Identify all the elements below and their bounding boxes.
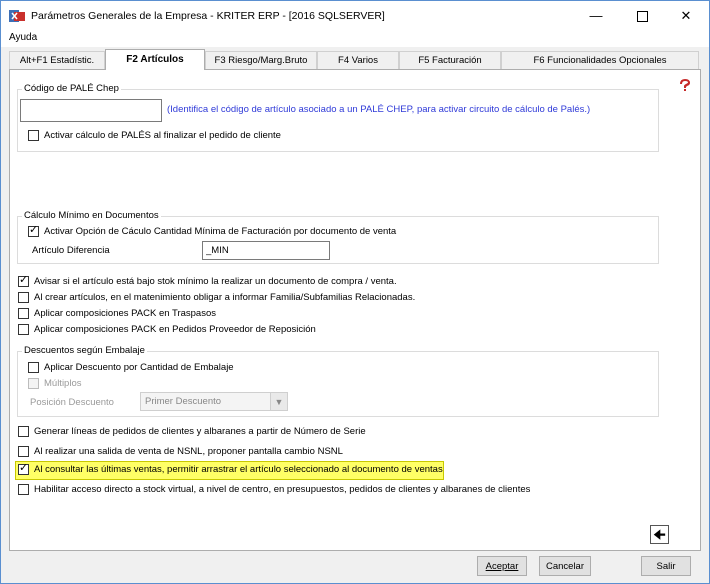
menu-bar: Ayuda — [1, 31, 709, 47]
tab-varios[interactable]: F4 Varios — [317, 51, 399, 69]
salir-label: Salir — [656, 561, 676, 572]
calculo-group-label: Cálculo Mínimo en Documentos — [22, 210, 161, 221]
posicion-descuento-label: Posición Descuento — [30, 397, 114, 408]
pack-pedidos-label: Aplicar composiciones PACK en Pedidos Pr… — [34, 324, 316, 335]
aceptar-button[interactable]: Aceptar — [477, 556, 527, 576]
tab-riesgo[interactable]: F3 Riesgo/Marg.Bruto — [205, 51, 317, 69]
aplicar-descuento-label: Aplicar Descuento por Cantidad de Embala… — [44, 362, 234, 373]
close-button[interactable]: ✕ — [663, 1, 709, 31]
generar-lineas-checkbox[interactable] — [18, 426, 29, 437]
stock-virtual-checkbox[interactable] — [18, 484, 29, 495]
app-icon — [9, 10, 25, 22]
ultimas-ventas-checkbox[interactable] — [18, 462, 29, 475]
descuentos-group-label: Descuentos según Embalaje — [22, 345, 147, 356]
avisar-stock-checkbox[interactable] — [18, 274, 29, 287]
tab-funcionalidades[interactable]: F6 Funcionalidades Opcionales — [501, 51, 699, 69]
avisar-stock-label: Avisar si el artículo está bajo stok mín… — [34, 276, 397, 287]
window: Parámetros Generales de la Empresa - KRI… — [0, 0, 710, 584]
ultimas-ventas-label: Al consultar las últimas ventas, permiti… — [34, 464, 443, 475]
maximize-button[interactable] — [619, 1, 665, 31]
nsnl-label: Al realizar una salida de venta de NSNL,… — [34, 446, 343, 457]
window-title: Parámetros Generales de la Empresa - KRI… — [31, 10, 385, 22]
aplicar-descuento-checkbox[interactable] — [28, 362, 39, 373]
cancelar-button[interactable]: Cancelar — [539, 556, 591, 576]
arrow-left-icon: 🠈 — [653, 527, 666, 542]
tab-estadistic[interactable]: Alt+F1 Estadístic. — [9, 51, 105, 69]
activar-pales-checkbox[interactable] — [28, 130, 39, 141]
chevron-down-icon: ▼ — [270, 393, 287, 410]
minimize-button[interactable]: — — [573, 1, 619, 31]
activar-calculo-checkbox[interactable] — [28, 224, 39, 237]
articulo-diferencia-input[interactable] — [202, 241, 330, 260]
obligar-familia-checkbox[interactable] — [18, 292, 29, 303]
pack-pedidos-checkbox[interactable] — [18, 324, 29, 335]
articulo-diferencia-label: Artículo Diferencia — [32, 245, 110, 256]
posicion-descuento-value: Primer Descuento — [145, 396, 222, 407]
nsnl-checkbox[interactable] — [18, 446, 29, 457]
activar-pales-label: Activar cálculo de PALÉS al finalizar el… — [44, 130, 281, 141]
multiplos-checkbox[interactable] — [28, 378, 39, 389]
tab-articulos[interactable]: F2 Artículos — [105, 49, 205, 70]
stock-virtual-label: Habilitar acceso directo a stock virtual… — [34, 484, 531, 495]
generar-lineas-label: Generar líneas de pedidos de clientes y … — [34, 426, 366, 437]
tab-facturacion[interactable]: F5 Facturación — [399, 51, 501, 69]
activar-calculo-label: Activar Opción de Cáculo Cantidad Mínima… — [44, 226, 397, 237]
pack-traspasos-checkbox[interactable] — [18, 308, 29, 319]
posicion-descuento-select[interactable]: Primer Descuento ▼ — [140, 392, 288, 411]
pale-code-input[interactable] — [20, 99, 162, 122]
cancelar-label: Cancelar — [545, 561, 585, 572]
tab-bar: Alt+F1 Estadístic. F2 Artículos F3 Riesg… — [9, 49, 699, 70]
help-icon[interactable] — [678, 78, 692, 92]
pale-group-label: Código de PALÉ Chep — [22, 83, 121, 94]
pale-info-text: (Identifica el código de artículo asocia… — [167, 104, 591, 115]
pack-traspasos-label: Aplicar composiciones PACK en Traspasos — [34, 308, 216, 319]
aceptar-label: Aceptar — [485, 561, 519, 572]
back-arrow-button[interactable]: 🠈 — [650, 525, 669, 544]
obligar-familia-label: Al crear artículos, en el matenimiento o… — [34, 292, 416, 303]
menu-ayuda[interactable]: Ayuda — [9, 32, 37, 43]
salir-button[interactable]: Salir — [641, 556, 691, 576]
calculo-group — [17, 216, 659, 264]
multiplos-label: Múltiplos — [44, 378, 82, 389]
title-bar: Parámetros Generales de la Empresa - KRI… — [1, 1, 709, 31]
tab-panel-articulos: Código de PALÉ Chep (Identifica el códig… — [9, 69, 701, 551]
